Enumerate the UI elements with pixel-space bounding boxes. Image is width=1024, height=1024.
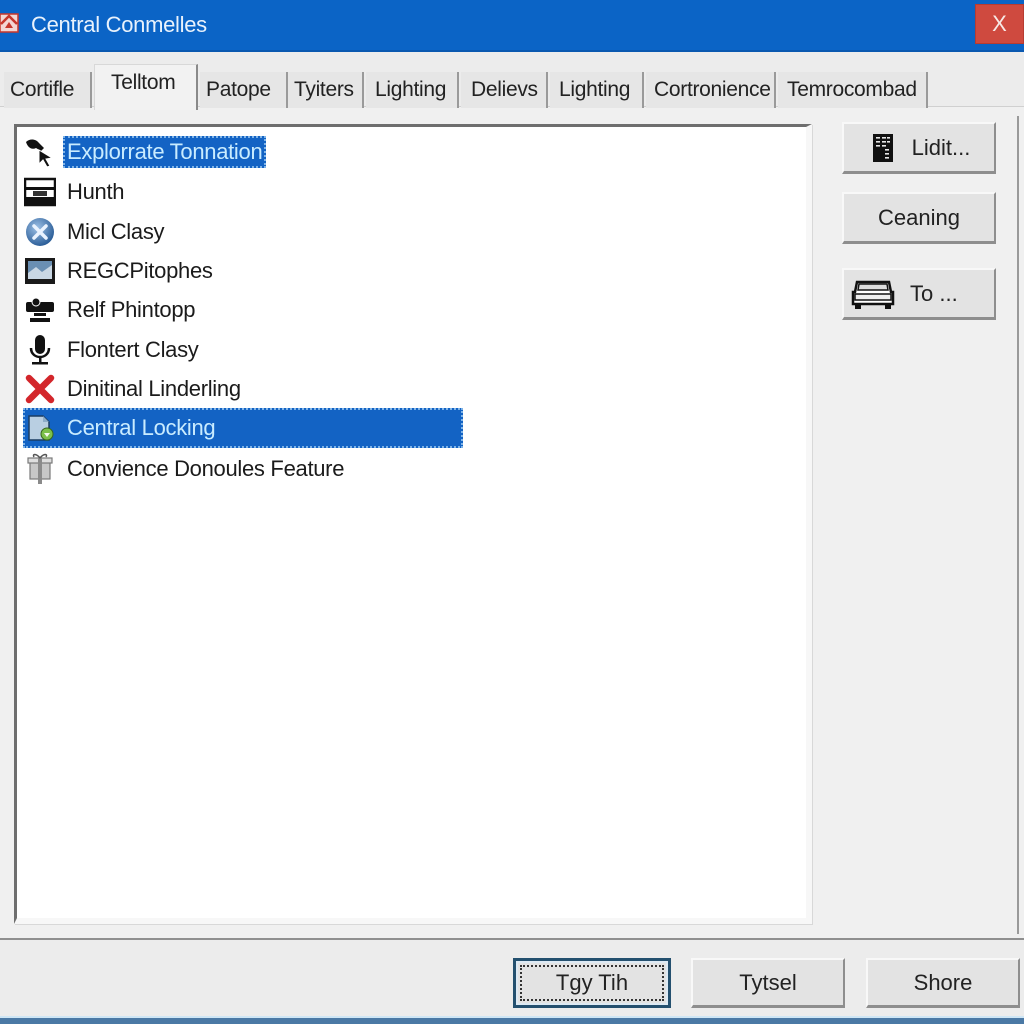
focus-indicator <box>520 965 664 1001</box>
panel-border <box>1017 116 1019 934</box>
document-lock-icon <box>23 411 57 445</box>
window-title: Central Conmelles <box>31 12 207 37</box>
shore-button-label: Shore <box>913 969 973 995</box>
red-x-icon <box>23 372 57 406</box>
tab-delievs[interactable]: Delievs <box>461 72 548 108</box>
tab-lighting[interactable]: Lighting <box>366 72 459 108</box>
printer-icon <box>23 175 57 209</box>
list-item-label: Dinitinal Linderling <box>67 376 241 401</box>
tab-temrocombad[interactable]: Temrocombad <box>778 72 928 108</box>
lidit-button-label: Lidit... <box>911 134 971 160</box>
list-item-label: Hunth <box>67 179 125 204</box>
tytsel-button[interactable]: Tytsel <box>691 958 845 1008</box>
list-item-label: Relf Phintopp <box>67 297 196 322</box>
list-item[interactable]: Hunth <box>23 173 128 211</box>
microphone-icon <box>23 333 57 367</box>
list-item-label: Explorrate Tonnation <box>63 136 267 168</box>
tytsel-button-label: Tytsel <box>739 969 797 995</box>
cursor-hand-icon <box>23 135 57 169</box>
list-item[interactable]: Relf Phintopp <box>23 291 199 329</box>
list-item[interactable]: Convience Donoules Feature <box>23 450 348 488</box>
list-item[interactable]: REGCPitophes <box>23 252 217 290</box>
title-bar: Central Conmelles X <box>0 0 1024 52</box>
list-item[interactable]: Explorrate Tonnation <box>23 133 267 171</box>
ceaning-button[interactable]: Ceaning <box>842 192 996 244</box>
to-button-label: To ... <box>910 280 958 306</box>
building-icon <box>868 133 898 163</box>
list-item-label: Central Locking <box>67 415 216 440</box>
list-item-label: Convience Donoules Feature <box>67 456 345 481</box>
list-item-label: Micl Clasy <box>67 219 165 244</box>
list-item[interactable]: Central Locking <box>23 409 219 447</box>
blue-x-circle-icon <box>23 215 57 249</box>
lidit-button[interactable]: Lidit... <box>842 122 996 174</box>
list-item[interactable]: Dinitinal Linderling <box>23 370 245 408</box>
feature-list[interactable]: Explorrate Tonnation Hunth Micl Clasy RE… <box>14 124 812 924</box>
to-button[interactable]: To ... <box>842 268 996 320</box>
tgy-tih-button[interactable]: Tgy Tih <box>513 958 671 1008</box>
tab-cortifle[interactable]: Cortifle <box>4 72 92 108</box>
tab-patope[interactable]: Patope <box>200 72 288 108</box>
monitor-picture-icon <box>23 254 57 288</box>
tab-tyiters[interactable]: Tyiters <box>288 72 364 108</box>
ceaning-button-label: Ceaning <box>878 204 960 230</box>
window-bottom-border <box>0 1016 1024 1024</box>
tab-cortronience[interactable]: Cortronience <box>646 72 776 108</box>
close-button[interactable]: X <box>975 4 1024 44</box>
gift-box-icon <box>23 452 57 486</box>
list-item-label: REGCPitophes <box>67 258 213 283</box>
list-item[interactable]: Flontert Clasy <box>23 331 203 369</box>
list-item[interactable]: Micl Clasy <box>23 213 168 251</box>
car-front-icon <box>850 279 896 309</box>
tab-telltom[interactable]: Telltom <box>94 64 198 110</box>
tab-strip: Cortifle Telltom Patope Tyiters Lighting… <box>0 64 1024 110</box>
webcam-icon <box>23 293 57 327</box>
app-icon <box>0 12 20 34</box>
list-item-label: Flontert Clasy <box>67 337 199 362</box>
shore-button[interactable]: Shore <box>866 958 1020 1008</box>
tab-lighting-2[interactable]: Lighting <box>550 72 644 108</box>
